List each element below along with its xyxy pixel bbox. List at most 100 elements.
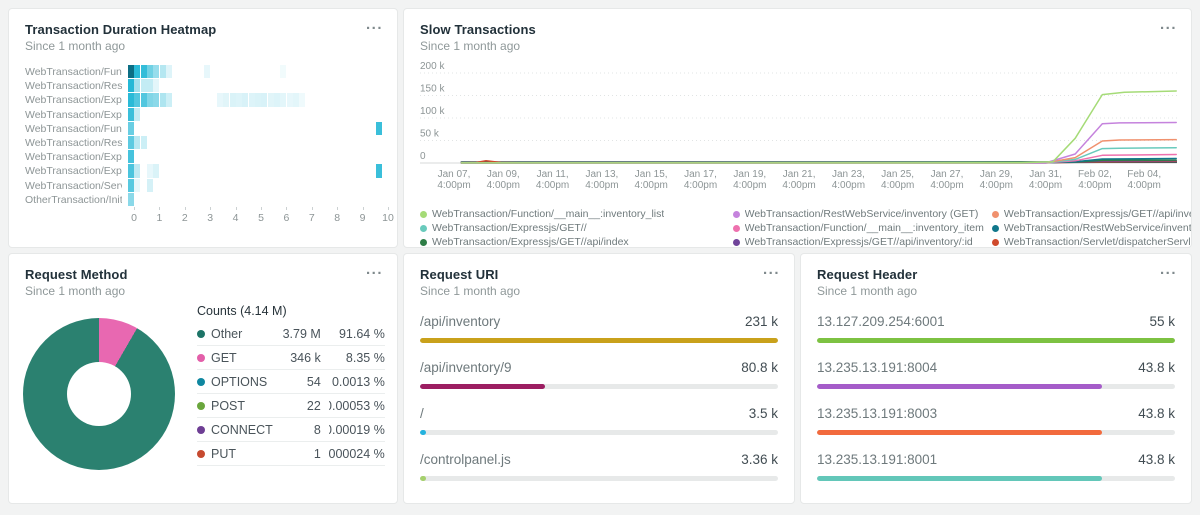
heatmap-cell[interactable]: [134, 93, 140, 106]
heatmap-row-label: WebTransaction/RestW...: [25, 136, 122, 150]
heatmap-cell[interactable]: [160, 93, 166, 106]
bar-list-row[interactable]: 13.235.13.191:800443.8 k: [817, 360, 1175, 389]
heatmap-cell[interactable]: [147, 65, 153, 78]
heatmap-cell[interactable]: [160, 65, 166, 78]
heatmap-cell[interactable]: [376, 122, 382, 135]
bar-list: /api/inventory231 k/api/inventory/980.8 …: [420, 314, 778, 481]
dashboard: Transaction Duration Heatmap Since 1 mon…: [0, 0, 1200, 515]
heatmap-cell[interactable]: [166, 93, 172, 106]
heatmap-cell[interactable]: [217, 93, 223, 106]
bar-list-row[interactable]: /api/inventory/980.8 k: [420, 360, 778, 389]
heatmap-cell[interactable]: [134, 79, 140, 92]
heatmap-cell[interactable]: [134, 108, 140, 121]
pie-legend-row[interactable]: CONNECT80.00019 %: [197, 418, 385, 442]
legend-item[interactable]: WebTransaction/Function/__main__:invento…: [733, 222, 984, 234]
axis-tick-label: 2: [182, 212, 188, 224]
legend-item[interactable]: WebTransaction/Expressjs/GET//api/index: [420, 236, 725, 248]
x-tick-label: 4:00pm: [832, 180, 865, 191]
panel-menu-icon[interactable]: ...: [366, 260, 383, 280]
heatmap-cell[interactable]: [128, 179, 134, 192]
bar-fill: [420, 430, 426, 435]
series-line: [461, 123, 1176, 163]
segment-count: 346 k: [273, 351, 321, 365]
heatmap-cell[interactable]: [153, 164, 159, 177]
heatmap-cell[interactable]: [128, 136, 134, 149]
pie-legend-row[interactable]: POST220.00053 %: [197, 394, 385, 418]
heatmap-cell[interactable]: [128, 122, 134, 135]
heatmap-chart[interactable]: WebTransaction/Functi...WebTransaction/R…: [25, 65, 381, 227]
heatmap-cell[interactable]: [134, 179, 140, 192]
heatmap-cell[interactable]: [128, 108, 134, 121]
heatmap-cell[interactable]: [236, 93, 242, 106]
slow-transactions-plot[interactable]: 200 k150 k100 k50 k0Jan 07,4:00pmJan 09,…: [420, 57, 1177, 197]
heatmap-cell[interactable]: [128, 164, 134, 177]
heatmap-cell[interactable]: [141, 136, 147, 149]
heatmap-cell[interactable]: [147, 79, 153, 92]
axis-tick-mark: [286, 207, 287, 210]
heatmap-cell[interactable]: [141, 93, 147, 106]
axis-tick-label: 6: [283, 212, 289, 224]
heatmap-cell[interactable]: [249, 93, 255, 106]
panel-menu-icon[interactable]: ...: [763, 260, 780, 280]
heatmap-cell[interactable]: [261, 93, 267, 106]
pie-legend-row[interactable]: GET346 k8.35 %: [197, 346, 385, 370]
heatmap-cell[interactable]: [242, 93, 248, 106]
heatmap-cell[interactable]: [128, 150, 134, 163]
heatmap-cell[interactable]: [134, 65, 140, 78]
heatmap-cell[interactable]: [147, 164, 153, 177]
heatmap-cell[interactable]: [128, 193, 134, 206]
legend-item[interactable]: WebTransaction/Expressjs/GET//api/invent…: [733, 236, 984, 248]
bar-list-row[interactable]: 13.235.13.191:800143.8 k: [817, 452, 1175, 481]
heatmap-cell[interactable]: [255, 93, 261, 106]
legend-item[interactable]: WebTransaction/Function/__main__:invento…: [420, 208, 725, 220]
pie-legend-row[interactable]: PUT10.000024 %: [197, 442, 385, 466]
heatmap-cell[interactable]: [147, 93, 153, 106]
legend-item[interactable]: WebTransaction/RestWebService/inventory …: [733, 208, 984, 220]
line-chart[interactable]: 200 k150 k100 k50 k0Jan 07,4:00pmJan 09,…: [420, 57, 1175, 248]
heatmap-cell[interactable]: [280, 65, 286, 78]
bar-row-text: /api/inventory/980.8 k: [420, 360, 778, 375]
heatmap-cell[interactable]: [287, 93, 293, 106]
heatmap-cell[interactable]: [128, 65, 134, 78]
legend-item[interactable]: WebTransaction/RestWebService/inventory/…: [992, 222, 1192, 234]
heatmap-cell[interactable]: [293, 93, 299, 106]
legend-dot-icon: [197, 378, 205, 386]
heatmap-cell[interactable]: [204, 65, 210, 78]
pie-legend-row[interactable]: OPTIONS540.0013 %: [197, 370, 385, 394]
bar-list-row[interactable]: /api/inventory231 k: [420, 314, 778, 343]
heatmap-cell[interactable]: [223, 93, 229, 106]
heatmap-cell[interactable]: [128, 93, 134, 106]
bar-list-row[interactable]: 13.235.13.191:800343.8 k: [817, 406, 1175, 435]
heatmap-cell[interactable]: [153, 65, 159, 78]
panel-menu-icon[interactable]: ...: [366, 15, 383, 35]
heatmap-cell[interactable]: [274, 93, 280, 106]
heatmap-cell[interactable]: [153, 79, 159, 92]
legend-item[interactable]: WebTransaction/Expressjs/GET//: [420, 222, 725, 234]
donut-chart[interactable]: [23, 318, 175, 470]
heatmap-cell[interactable]: [376, 164, 382, 177]
bar-list-row[interactable]: /controlpanel.js3.36 k: [420, 452, 778, 481]
bar-list-row[interactable]: 13.127.209.254:600155 k: [817, 314, 1175, 343]
bar-row-text: /api/inventory231 k: [420, 314, 778, 329]
heatmap-cell[interactable]: [230, 93, 236, 106]
axis-tick-mark: [312, 207, 313, 210]
heatmap-cell[interactable]: [299, 93, 305, 106]
heatmap-plot[interactable]: [128, 65, 381, 207]
bar-list-row[interactable]: /3.5 k: [420, 406, 778, 435]
heatmap-cell[interactable]: [141, 65, 147, 78]
heatmap-cell[interactable]: [153, 93, 159, 106]
heatmap-cell[interactable]: [134, 136, 140, 149]
legend-label: WebTransaction/Function/__main__:invento…: [745, 222, 984, 234]
pie-legend-row[interactable]: Other3.79 M91.64 %: [197, 322, 385, 346]
heatmap-cell[interactable]: [128, 79, 134, 92]
legend-item[interactable]: WebTransaction/Servlet/dispatcherServlet: [992, 236, 1192, 248]
panel-menu-icon[interactable]: ...: [1160, 260, 1177, 280]
heatmap-cell[interactable]: [268, 93, 274, 106]
heatmap-cell[interactable]: [166, 65, 172, 78]
heatmap-cell[interactable]: [141, 79, 147, 92]
heatmap-cell[interactable]: [147, 179, 153, 192]
panel-menu-icon[interactable]: ...: [1160, 15, 1177, 35]
legend-item[interactable]: WebTransaction/Expressjs/GET//api/invent…: [992, 208, 1192, 220]
heatmap-cell[interactable]: [280, 93, 286, 106]
heatmap-cell[interactable]: [134, 164, 140, 177]
